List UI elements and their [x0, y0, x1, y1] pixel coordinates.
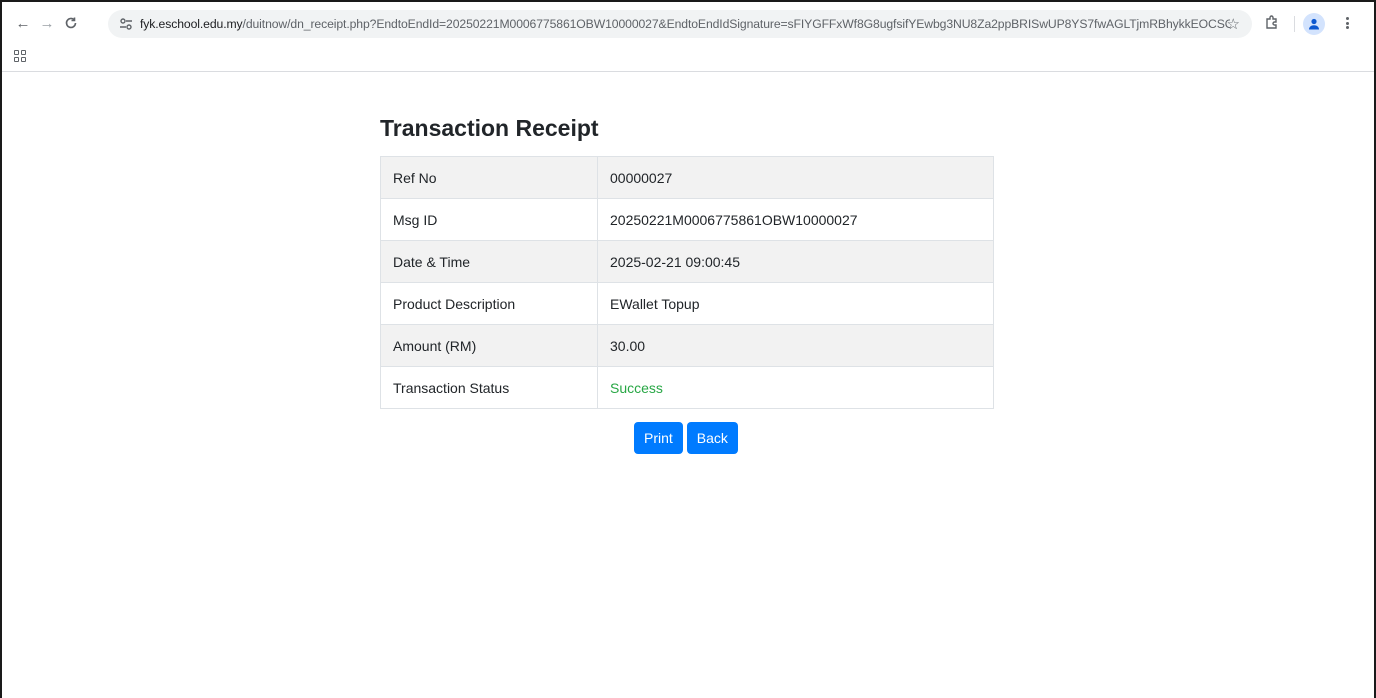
star-icon[interactable]: ☆	[1227, 15, 1240, 33]
date-time-label: Date & Time	[380, 240, 598, 283]
toolbar-divider	[1294, 16, 1295, 32]
product-description-label: Product Description	[380, 282, 598, 325]
reload-icon[interactable]	[60, 12, 82, 34]
extensions-icon[interactable]	[1264, 14, 1280, 30]
date-time-value: 2025-02-21 09:00:45	[597, 240, 994, 283]
table-row: Product Description EWallet Topup	[380, 282, 994, 325]
amount-value: 30.00	[597, 324, 994, 367]
product-description-value: EWallet Topup	[597, 282, 994, 325]
back-button[interactable]: Back	[686, 422, 738, 454]
table-row: Transaction Status Success	[380, 366, 994, 409]
page-title: Transaction Receipt	[380, 115, 599, 141]
ref-no-value: 00000027	[597, 156, 994, 199]
table-row: Date & Time 2025-02-21 09:00:45	[380, 240, 994, 283]
receipt-table: Ref No 00000027 Msg ID 20250221M00067758…	[380, 156, 994, 409]
action-buttons: Print Back	[634, 422, 738, 454]
bookmarks-bar	[2, 42, 1374, 72]
profile-icon[interactable]	[1303, 13, 1325, 35]
forward-arrow-icon[interactable]: →	[36, 12, 58, 34]
amount-label: Amount (RM)	[380, 324, 598, 367]
url-host: fyk.eschool.edu.my	[140, 17, 243, 31]
table-row: Msg ID 20250221M0006775861OBW10000027	[380, 198, 994, 241]
url-path: /duitnow/dn_receipt.php?EndtoEndId=20250…	[242, 17, 1230, 31]
transaction-status-label: Transaction Status	[380, 366, 598, 409]
ref-no-label: Ref No	[380, 156, 598, 199]
transaction-status-value: Success	[597, 366, 994, 409]
back-arrow-icon[interactable]: ←	[12, 12, 34, 34]
browser-toolbar: ← → fyk.eschool.edu.my/duitnow/dn_receip…	[2, 2, 1374, 42]
address-bar[interactable]: fyk.eschool.edu.my/duitnow/dn_receipt.ph…	[108, 10, 1252, 38]
url-text[interactable]: fyk.eschool.edu.my/duitnow/dn_receipt.ph…	[140, 17, 1230, 31]
page-content: Transaction Receipt Ref No 00000027 Msg …	[2, 73, 1374, 698]
msg-id-label: Msg ID	[380, 198, 598, 241]
table-row: Amount (RM) 30.00	[380, 324, 994, 367]
apps-icon[interactable]	[14, 50, 26, 62]
table-row: Ref No 00000027	[380, 156, 994, 199]
msg-id-value: 20250221M0006775861OBW10000027	[597, 198, 994, 241]
menu-icon[interactable]	[1340, 14, 1354, 32]
site-info-icon[interactable]	[118, 16, 134, 32]
print-button[interactable]: Print	[634, 422, 683, 454]
